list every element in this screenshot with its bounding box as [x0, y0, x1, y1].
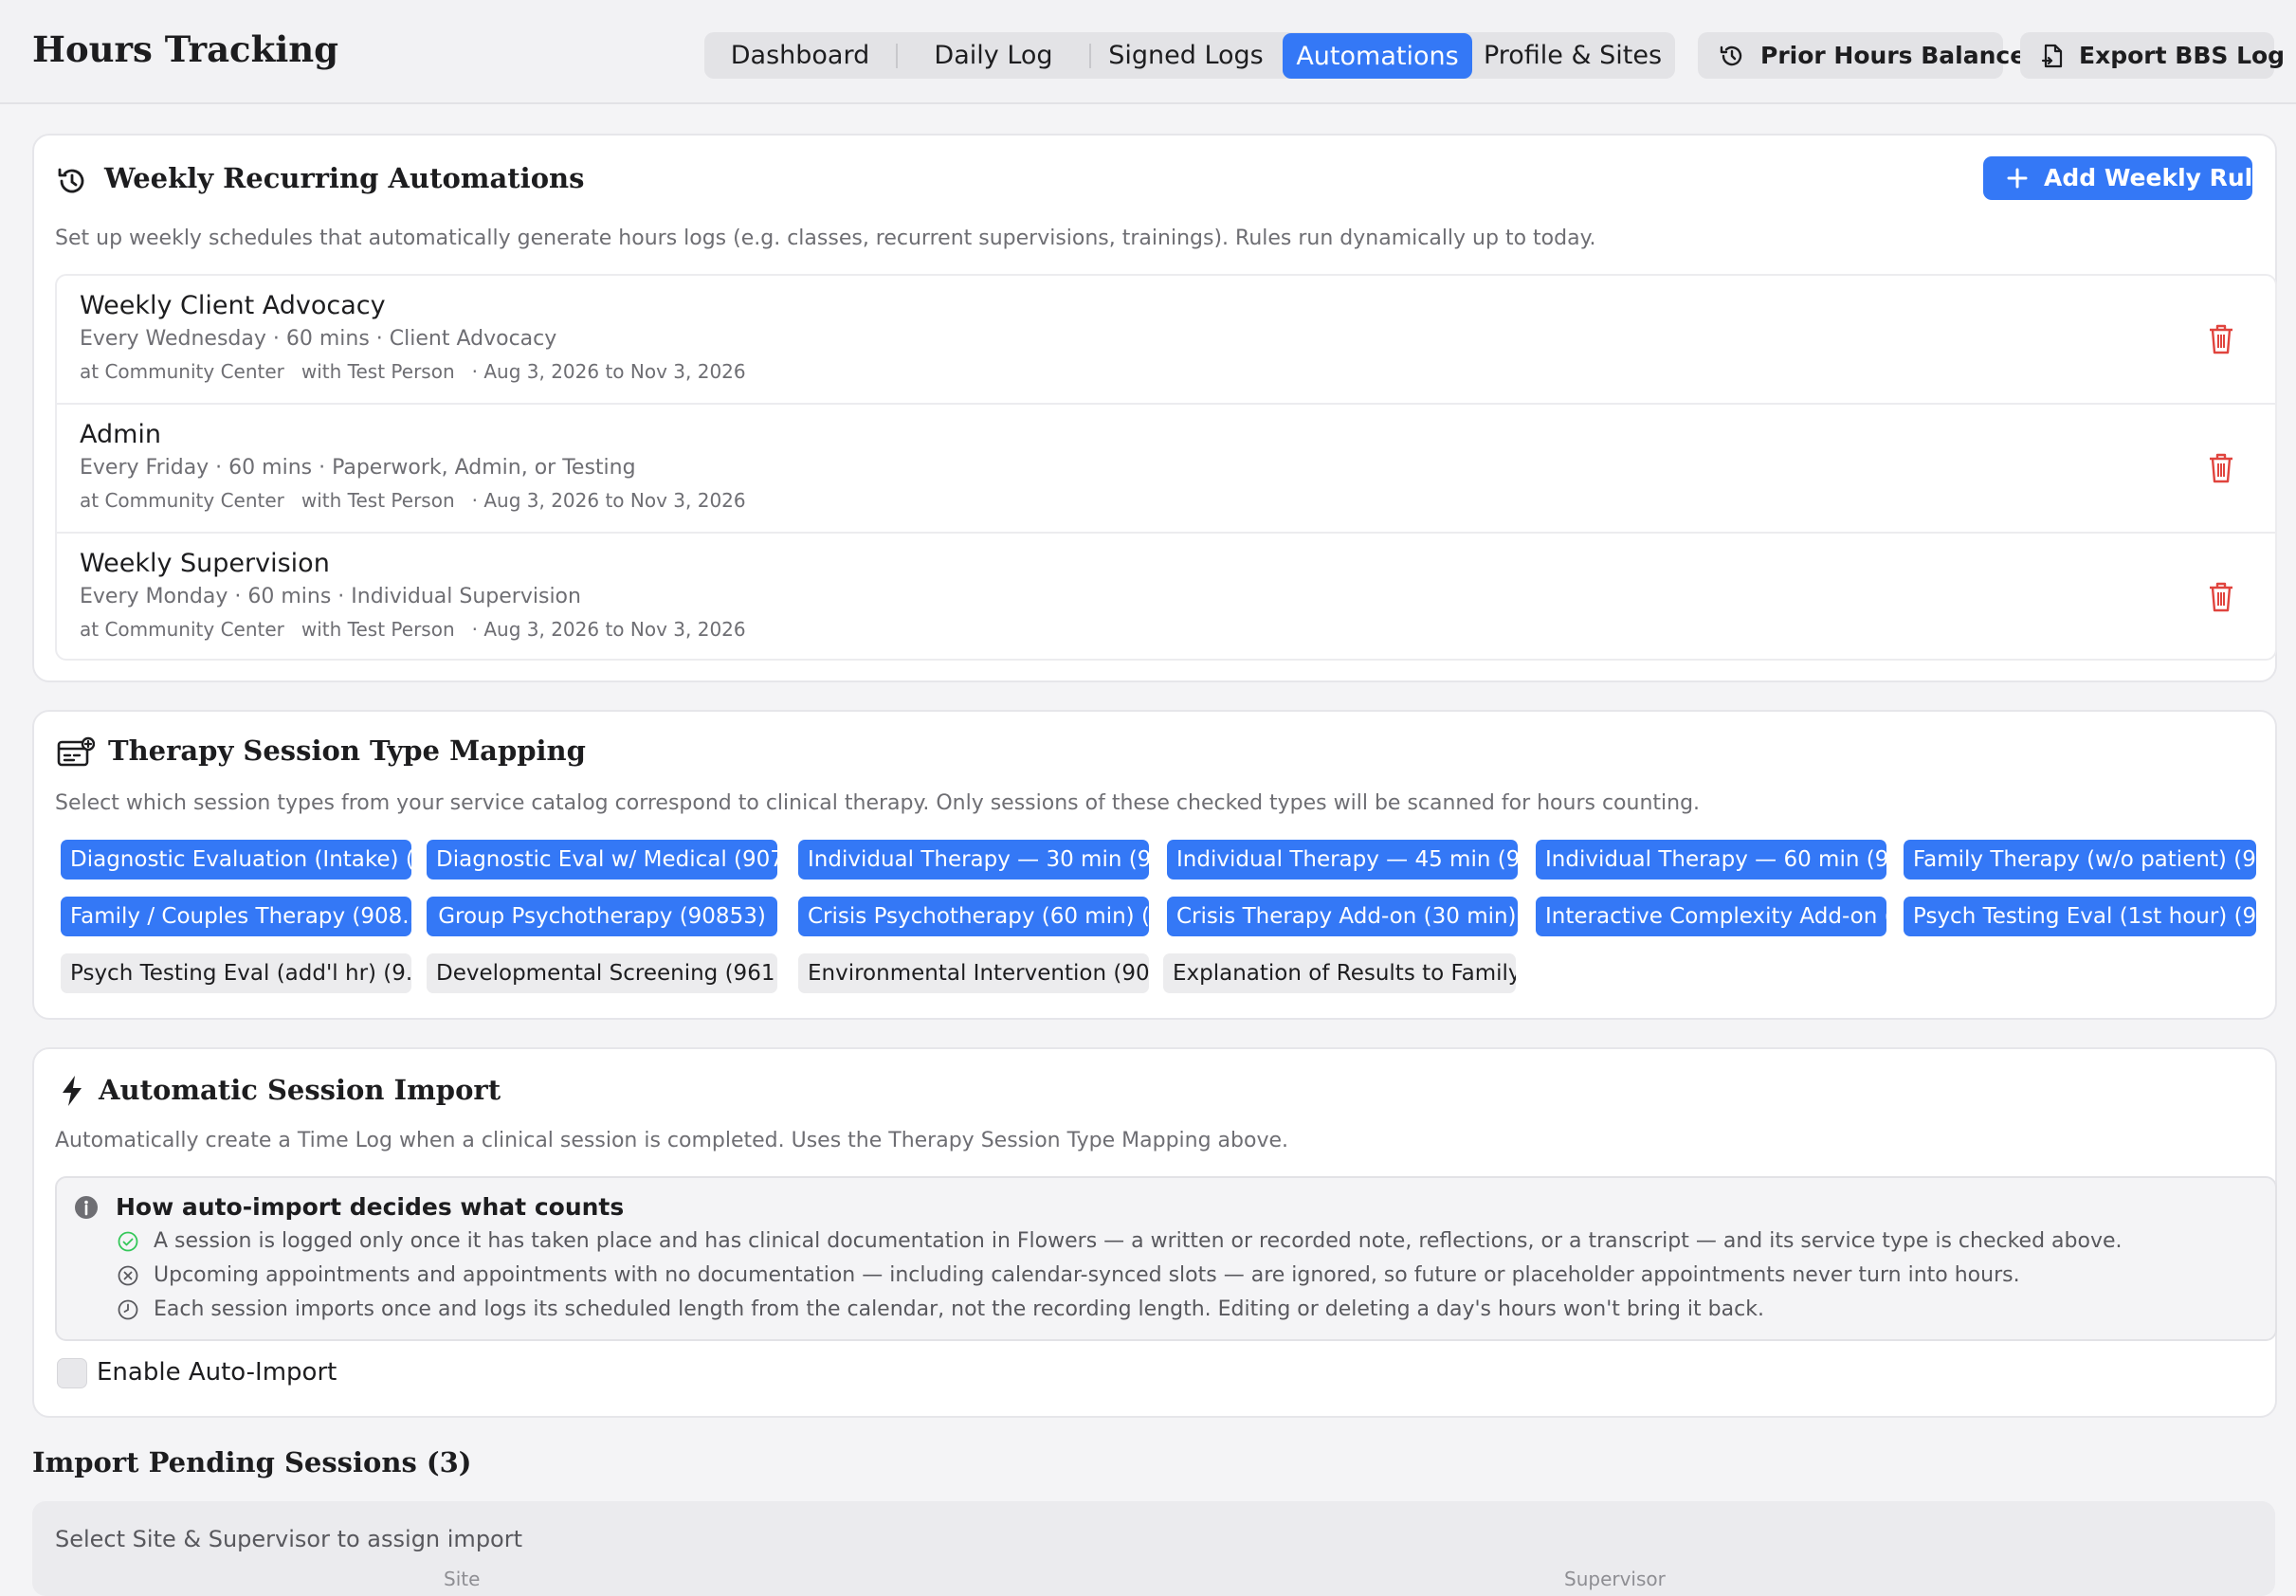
rule-range: · Aug 3, 2026 to Nov 3, 2026	[471, 618, 746, 641]
rule-site: at Community Center	[80, 489, 284, 512]
weekly-automations-description: Set up weekly schedules that automatical…	[55, 227, 1596, 250]
weekly-rule: Weekly Client Advocacy Every Wednesday ·…	[57, 276, 2275, 403]
rule-person: with Test Person	[301, 489, 455, 512]
session-type-mapping-card: Therapy Session Type Mapping Select whic…	[32, 710, 2277, 1020]
weekly-rule: Weekly Supervision Every Monday · 60 min…	[57, 534, 2275, 661]
session-type-chip[interactable]: Family / Couples Therapy (908...	[61, 897, 411, 936]
prior-hours-balance-button[interactable]: Prior Hours Balance	[1698, 32, 2026, 79]
rule-site: at Community Center	[80, 618, 284, 641]
main-tabs: Dashboard Daily Log Signed Logs Automati…	[704, 32, 1675, 79]
auto-import-card: Automatic Session Import Automatically c…	[32, 1047, 2277, 1418]
weekly-rules-list: Weekly Client Advocacy Every Wednesday ·…	[55, 274, 2277, 661]
tab-daily-log[interactable]: Daily Log	[898, 32, 1089, 79]
clock-icon	[118, 1299, 138, 1320]
info-icon	[75, 1196, 98, 1219]
session-type-chip[interactable]: Family Therapy (w/o patient) (9...	[1904, 840, 2256, 880]
rule-person: with Test Person	[301, 618, 455, 641]
rule-details: at Community Center with Test Person · Aug…	[80, 360, 763, 383]
supervisor-field-label: Supervisor	[1564, 1568, 1666, 1590]
app-title: Hours Tracking	[32, 28, 339, 70]
auto-import-explainer-title: How auto-import decides what counts	[116, 1193, 625, 1221]
import-pending-panel: Select Site & Supervisor to assign impor…	[32, 1501, 2275, 1596]
tab-automations[interactable]: Automations	[1283, 33, 1472, 79]
x-circle-icon	[118, 1265, 138, 1286]
export-bbs-log-button[interactable]: Export BBS Log	[2020, 32, 2285, 79]
plus-icon	[2007, 168, 2028, 189]
app-header: Hours Tracking Dashboard Daily Log Signe…	[0, 0, 2296, 104]
session-type-chip[interactable]: Crisis Psychotherapy (60 min) (...	[798, 897, 1149, 936]
session-type-mapping-description: Select which session types from your ser…	[55, 791, 1701, 815]
explainer-line: Each session imports once and logs its s…	[154, 1297, 1764, 1321]
rule-range: · Aug 3, 2026 to Nov 3, 2026	[471, 489, 746, 512]
check-circle-icon	[118, 1231, 138, 1252]
rule-name: Weekly Client Advocacy	[80, 291, 386, 320]
assign-import-label: Select Site & Supervisor to assign impor…	[55, 1526, 523, 1552]
rule-meta: Every Friday · 60 mins · Paperwork, Admi…	[80, 456, 636, 480]
explainer-line: Upcoming appointments and appointments w…	[154, 1263, 2020, 1287]
delete-rule-trash-icon[interactable]	[2207, 581, 2235, 613]
session-type-chip[interactable]: Diagnostic Evaluation (Intake) (...	[61, 840, 411, 880]
recurring-clock-icon	[58, 168, 84, 193]
session-type-mapping-title: Therapy Session Type Mapping	[108, 735, 586, 767]
session-type-chip[interactable]: Developmental Screening (9611...	[427, 953, 777, 993]
weekly-automations-title: Weekly Recurring Automations	[104, 162, 585, 194]
session-type-chip[interactable]: Crisis Therapy Add-on (30 min)...	[1167, 897, 1518, 936]
session-type-chip[interactable]: Individual Therapy — 30 min (9...	[798, 840, 1149, 880]
weekly-automations-card: Weekly Recurring Automations Add Weekly …	[32, 134, 2277, 682]
session-type-chip[interactable]: Psych Testing Eval (add'l hr) (9...	[61, 953, 411, 993]
tab-profile-sites[interactable]: Profile & Sites	[1472, 32, 1673, 79]
delete-rule-trash-icon[interactable]	[2207, 452, 2235, 484]
rule-details: at Community Center with Test Person · Aug…	[80, 618, 763, 641]
site-field-label: Site	[444, 1568, 481, 1590]
session-type-chip[interactable]: Individual Therapy — 60 min (9...	[1536, 840, 1886, 880]
history-icon	[1720, 45, 1742, 66]
session-type-chip[interactable]: Explanation of Results to Family...	[1163, 953, 1516, 993]
tab-signed-logs[interactable]: Signed Logs	[1091, 32, 1281, 79]
rule-person: with Test Person	[301, 360, 455, 383]
session-type-icon	[57, 736, 95, 767]
session-type-chip[interactable]: Environmental Intervention (90...	[798, 953, 1149, 993]
auto-import-title: Automatic Session Import	[99, 1074, 501, 1106]
add-weekly-rule-label: Add Weekly Rule	[2044, 164, 2269, 191]
enable-auto-import-checkbox[interactable]	[57, 1358, 87, 1388]
rule-meta: Every Wednesday · 60 mins · Client Advoc…	[80, 327, 557, 351]
weekly-rule: Admin Every Friday · 60 mins · Paperwork…	[57, 405, 2275, 532]
rule-details: at Community Center with Test Person · Aug…	[80, 489, 763, 512]
session-type-chip[interactable]: Diagnostic Eval w/ Medical (907...	[427, 840, 777, 880]
export-file-icon	[2041, 44, 2063, 68]
auto-import-explainer: How auto-import decides what counts A se…	[55, 1176, 2277, 1341]
prior-hours-label: Prior Hours Balance	[1760, 42, 2027, 69]
session-type-chip[interactable]: Psych Testing Eval (1st hour) (9...	[1904, 897, 2256, 936]
rule-range: · Aug 3, 2026 to Nov 3, 2026	[471, 360, 746, 383]
explainer-line: A session is logged only once it has tak…	[154, 1229, 2123, 1253]
import-pending-title: Import Pending Sessions (3)	[32, 1446, 472, 1478]
rule-site: at Community Center	[80, 360, 284, 383]
session-type-chip[interactable]: Interactive Complexity Add-on (...	[1536, 897, 1886, 936]
enable-auto-import-label[interactable]: Enable Auto-Import	[97, 1358, 337, 1387]
session-type-chip[interactable]: Individual Therapy — 45 min (9...	[1167, 840, 1518, 880]
lightning-bolt-icon	[63, 1076, 82, 1106]
tab-dashboard[interactable]: Dashboard	[704, 32, 896, 79]
add-weekly-rule-button[interactable]: Add Weekly Rule	[1983, 156, 2269, 200]
rule-meta: Every Monday · 60 mins · Individual Supe…	[80, 585, 581, 608]
rule-name: Weekly Supervision	[80, 549, 330, 578]
export-label: Export BBS Log	[2079, 42, 2286, 69]
rule-name: Admin	[80, 420, 162, 449]
delete-rule-trash-icon[interactable]	[2207, 323, 2235, 355]
session-type-chip[interactable]: Group Psychotherapy (90853)	[427, 897, 777, 936]
auto-import-description: Automatically create a Time Log when a c…	[55, 1129, 1289, 1152]
